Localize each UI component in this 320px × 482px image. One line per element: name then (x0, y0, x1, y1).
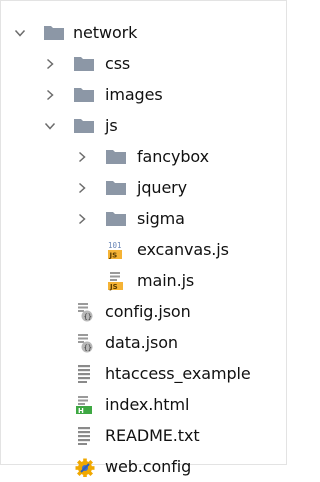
chevron-right-icon[interactable] (75, 212, 89, 226)
tree-item-htaccess-example[interactable]: htaccess_example (1, 358, 288, 389)
chevron-right-icon[interactable] (43, 88, 57, 102)
svg-text:H: H (78, 407, 84, 415)
tree-item-label: main.js (137, 270, 195, 290)
chevron-right-icon[interactable] (43, 57, 57, 71)
tree-item-readme-txt[interactable]: README.txt (1, 420, 288, 451)
tree-item-label: htaccess_example (105, 363, 251, 383)
folder-icon (105, 147, 127, 167)
svg-text:JS: JS (109, 251, 118, 259)
folder-icon (73, 54, 95, 74)
tree-item-fancybox[interactable]: fancybox (1, 141, 288, 172)
svg-text:101: 101 (108, 241, 122, 250)
folder-icon (105, 209, 127, 229)
json-file-icon: {} (75, 302, 97, 322)
tree-item-label: index.html (105, 394, 190, 414)
folder-icon (73, 116, 95, 136)
tree-item-label: network (73, 22, 138, 42)
chevron-right-icon[interactable] (75, 181, 89, 195)
folder-icon (105, 178, 127, 198)
minified-js-file-icon: 101 JS (107, 240, 129, 260)
tree-item-data-json[interactable]: {} data.json (1, 327, 288, 358)
folder-icon (43, 23, 65, 43)
svg-text:JS: JS (109, 282, 118, 290)
tree-item-label: sigma (137, 208, 185, 228)
tree-item-jquery[interactable]: jquery (1, 172, 288, 203)
tree-item-label: js (105, 115, 118, 135)
tree-item-label: excanvas.js (137, 239, 229, 259)
js-file-icon: JS (107, 271, 129, 291)
tree-item-web-config[interactable]: web.config (1, 451, 288, 482)
chevron-down-icon[interactable] (43, 119, 57, 133)
svg-text:{}: {} (84, 344, 92, 352)
tree-item-label: web.config (105, 456, 192, 476)
tree-item-label: config.json (105, 301, 191, 321)
tree-item-sigma[interactable]: sigma (1, 203, 288, 234)
json-file-icon: {} (75, 333, 97, 353)
tree-item-images[interactable]: images (1, 79, 288, 110)
file-tree: network css images js fancybox jquery si… (1, 17, 288, 482)
text-file-icon (75, 426, 97, 446)
chevron-right-icon[interactable] (75, 150, 89, 164)
tree-item-css[interactable]: css (1, 48, 288, 79)
chevron-down-icon[interactable] (13, 26, 27, 40)
html-file-icon: H (75, 395, 97, 415)
tree-item-main-js[interactable]: JS main.js (1, 265, 288, 296)
text-file-icon (75, 364, 97, 384)
folder-icon (73, 85, 95, 105)
tree-item-label: fancybox (137, 146, 209, 166)
tree-item-label: images (105, 84, 163, 104)
tree-item-config-json[interactable]: {} config.json (1, 296, 288, 327)
tree-item-label: data.json (105, 332, 178, 352)
tree-item-network[interactable]: network (1, 17, 288, 48)
config-gear-file-icon (75, 457, 97, 477)
svg-text:{}: {} (84, 313, 92, 321)
tree-item-index-html[interactable]: H index.html (1, 389, 288, 420)
tree-item-label: jquery (137, 177, 188, 197)
tree-item-excanvas-js[interactable]: 101 JS excanvas.js (1, 234, 288, 265)
tree-item-label: README.txt (105, 425, 200, 445)
tree-item-label: css (105, 53, 131, 73)
tree-item-js[interactable]: js (1, 110, 288, 141)
project-file-tree-panel: network css images js fancybox jquery si… (0, 0, 287, 477)
